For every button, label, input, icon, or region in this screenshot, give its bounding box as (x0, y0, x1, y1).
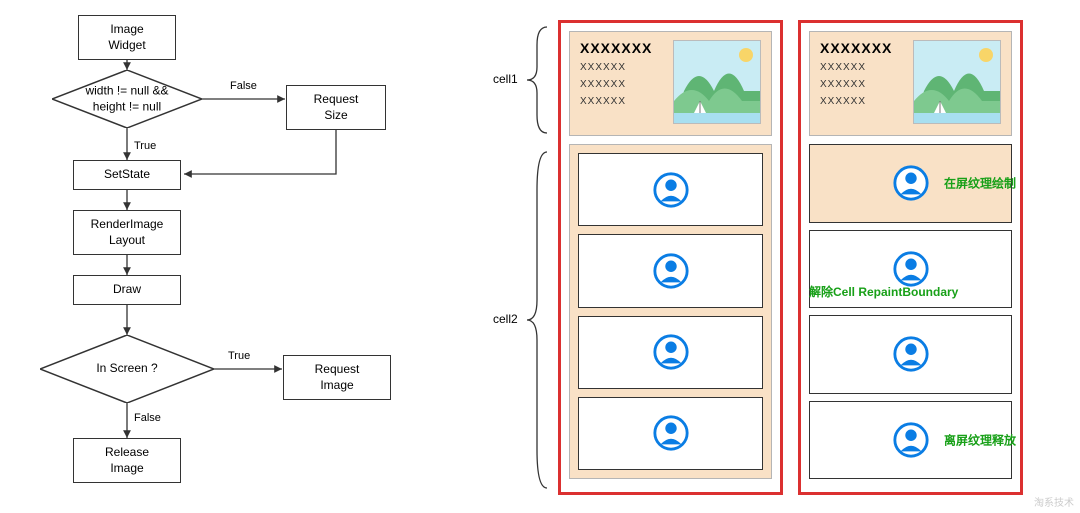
cell1-b: XXXXXXX XXXXXX XXXXXX XXXXXX (809, 31, 1012, 136)
avatar-icon (652, 252, 690, 290)
cell1-l1: XXXXXX (580, 62, 665, 73)
avatar-icon (892, 164, 930, 202)
rl1: RenderImage (91, 217, 164, 233)
node-cond-size: width != null && height != null (52, 70, 202, 128)
list-item: 离屏纹理释放 (809, 401, 1012, 480)
label-true2: True (228, 350, 250, 362)
landscape-image-icon (673, 40, 761, 124)
cell1b-l2: XXXXXX (820, 79, 905, 90)
flowchart-container: Image Widget width != null && height != … (0, 0, 440, 513)
avatar-icon (892, 335, 930, 373)
node-request-size: Request Size (286, 85, 386, 130)
node-draw: Draw (73, 275, 181, 305)
list-item (578, 316, 763, 389)
avatar-icon (652, 333, 690, 371)
cell-panels: cell1 cell2 XXXXXXX XXXXXX XXXXXX XXXXXX (515, 10, 1075, 500)
annotation-offscreen: 离屏纹理释放 (944, 431, 1016, 448)
cell1-l3: XXXXXX (580, 96, 665, 107)
cell1b-title: XXXXXXX (820, 40, 905, 56)
cell1-l2: XXXXXX (580, 79, 665, 90)
node-text: RenderImage Layout (91, 217, 164, 248)
brace-cell2 (515, 150, 555, 490)
node-cond-screen: In Screen ? (40, 335, 214, 403)
list-item (578, 234, 763, 307)
cell2-a (569, 144, 772, 479)
cell1b-l3: XXXXXX (820, 96, 905, 107)
node-text: Release Image (88, 445, 166, 476)
node-text: Request Image (298, 362, 376, 393)
cell2-b: 在屏纹理绘制 离屏纹理释放 (809, 144, 1012, 479)
list-item (809, 315, 1012, 394)
list-item (578, 153, 763, 226)
avatar-icon (652, 414, 690, 452)
avatar-icon (652, 171, 690, 209)
node-text: Request Size (301, 92, 371, 123)
cond-line2: height != null (85, 99, 168, 115)
brace-label-2: cell2 (493, 312, 518, 326)
rl2: Layout (91, 233, 164, 249)
node-text: Image Widget (93, 22, 161, 53)
label-true1: True (134, 140, 156, 152)
node-render-layout: RenderImage Layout (73, 210, 181, 255)
node-text: Draw (113, 282, 141, 298)
node-set-state: SetState (73, 160, 181, 190)
cell1-title: XXXXXXX (580, 40, 665, 56)
list-item (578, 397, 763, 470)
list-item: 在屏纹理绘制 (809, 144, 1012, 223)
avatar-icon (892, 421, 930, 459)
cell1-text-b: XXXXXXX XXXXXX XXXXXX XXXXXX (820, 40, 905, 127)
brace-label-1: cell1 (493, 72, 518, 86)
annotation-repaint: 解除Cell RepaintBoundary (809, 283, 958, 300)
label-false1: False (230, 80, 257, 92)
cond-text: width != null && height != null (85, 83, 168, 114)
node-image-widget: Image Widget (78, 15, 176, 60)
annotation-onscreen: 在屏纹理绘制 (944, 175, 1016, 192)
label-false2: False (134, 412, 161, 424)
cond2-text: In Screen ? (96, 361, 157, 377)
panel-a: XXXXXXX XXXXXX XXXXXX XXXXXX (558, 20, 783, 495)
cell1-text: XXXXXXX XXXXXX XXXXXX XXXXXX (580, 40, 665, 127)
cell1-a: XXXXXXX XXXXXX XXXXXX XXXXXX (569, 31, 772, 136)
cell1b-l1: XXXXXX (820, 62, 905, 73)
cond-line1: width != null && (85, 83, 168, 99)
panel-b: XXXXXXX XXXXXX XXXXXX XXXXXX (798, 20, 1023, 495)
brace-cell1 (515, 25, 555, 135)
node-release-image: Release Image (73, 438, 181, 483)
watermark: 淘系技术 (1034, 494, 1074, 509)
landscape-image-icon (913, 40, 1001, 124)
node-request-image: Request Image (283, 355, 391, 400)
node-text: SetState (104, 167, 150, 183)
